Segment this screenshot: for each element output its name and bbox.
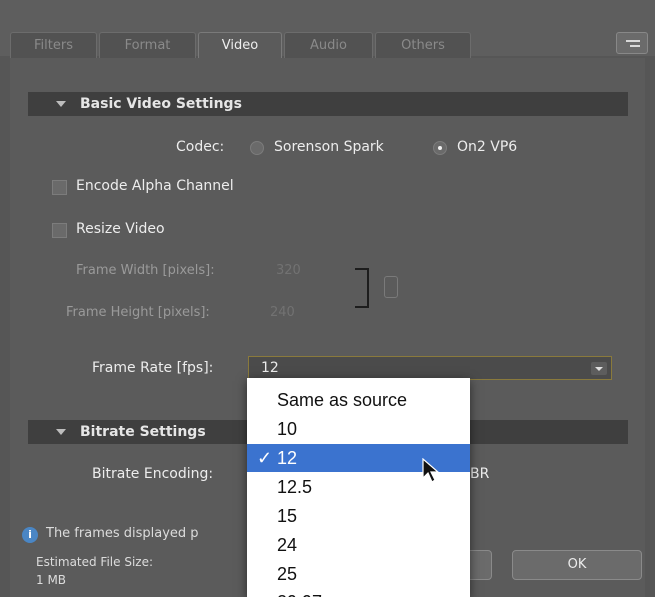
disclosure-triangle-icon [56, 101, 66, 107]
tab-bar: Filters Format Video Audio Others [0, 0, 655, 59]
tab-filters[interactable]: Filters [10, 32, 97, 58]
option-10[interactable]: 10 [247, 415, 470, 443]
codec-on2-label: On2 VP6 [457, 139, 518, 155]
encode-alpha-label: Encode Alpha Channel [76, 178, 234, 194]
estimated-size-value: 1 MB [36, 573, 67, 587]
tab-audio[interactable]: Audio [284, 32, 373, 58]
frame-width-field[interactable]: 320 [276, 263, 301, 278]
option-29-97[interactable]: 29.97 [247, 588, 470, 597]
frame-rate-label: Frame Rate [fps]: [92, 360, 214, 376]
tab-others[interactable]: Others [375, 32, 471, 58]
codec-on2-radio[interactable] [433, 141, 447, 155]
option-25[interactable]: 25 [247, 560, 470, 588]
mouse-pointer-icon [422, 458, 440, 483]
bitrate-encoding-suffix: BR [470, 466, 490, 482]
option-15[interactable]: 15 [247, 502, 470, 530]
checkmark-icon: ✓ [257, 448, 273, 468]
tab-video[interactable]: Video [198, 32, 282, 59]
chevron-down-icon [591, 362, 607, 375]
option-label: 12 [277, 448, 298, 468]
export-settings-window: Filters Format Video Audio Others Basic … [0, 0, 655, 597]
resize-video-label: Resize Video [76, 221, 165, 237]
menu-icon [626, 40, 640, 42]
menu-icon-line [630, 45, 640, 47]
option-same-as-source[interactable]: Same as source [247, 386, 470, 414]
constrain-proportions-icon[interactable] [384, 276, 398, 298]
frame-rate-dropdown-list: Same as source 10 ✓ 12 12.5 15 24 25 29.… [247, 378, 470, 597]
codec-sorenson-radio[interactable] [250, 141, 264, 155]
estimated-size-label: Estimated File Size: [36, 555, 154, 569]
frame-rate-select[interactable]: 12 [248, 356, 612, 380]
info-icon: i [22, 527, 38, 543]
ok-button[interactable]: OK [512, 550, 642, 580]
frame-height-field[interactable]: 240 [270, 305, 295, 320]
tab-format[interactable]: Format [99, 32, 196, 58]
codec-sorenson-label: Sorenson Spark [274, 139, 384, 155]
constrain-bracket-icon [355, 268, 369, 308]
frame-width-label: Frame Width [pixels]: [76, 263, 215, 278]
basic-video-settings-header[interactable]: Basic Video Settings [28, 92, 628, 116]
resize-video-checkbox[interactable] [52, 223, 67, 238]
option-24[interactable]: 24 [247, 531, 470, 559]
disclosure-triangle-icon [56, 429, 66, 435]
bitrate-encoding-label: Bitrate Encoding: [92, 466, 214, 482]
frame-height-label: Frame Height [pixels]: [66, 305, 210, 320]
section-title: Bitrate Settings [80, 424, 206, 440]
panel-menu-button[interactable] [616, 32, 648, 54]
encode-alpha-checkbox[interactable] [52, 180, 67, 195]
info-text: The frames displayed p [46, 526, 199, 541]
codec-label: Codec: [176, 139, 225, 155]
section-title: Basic Video Settings [80, 96, 242, 112]
frame-rate-value: 12 [261, 360, 279, 376]
